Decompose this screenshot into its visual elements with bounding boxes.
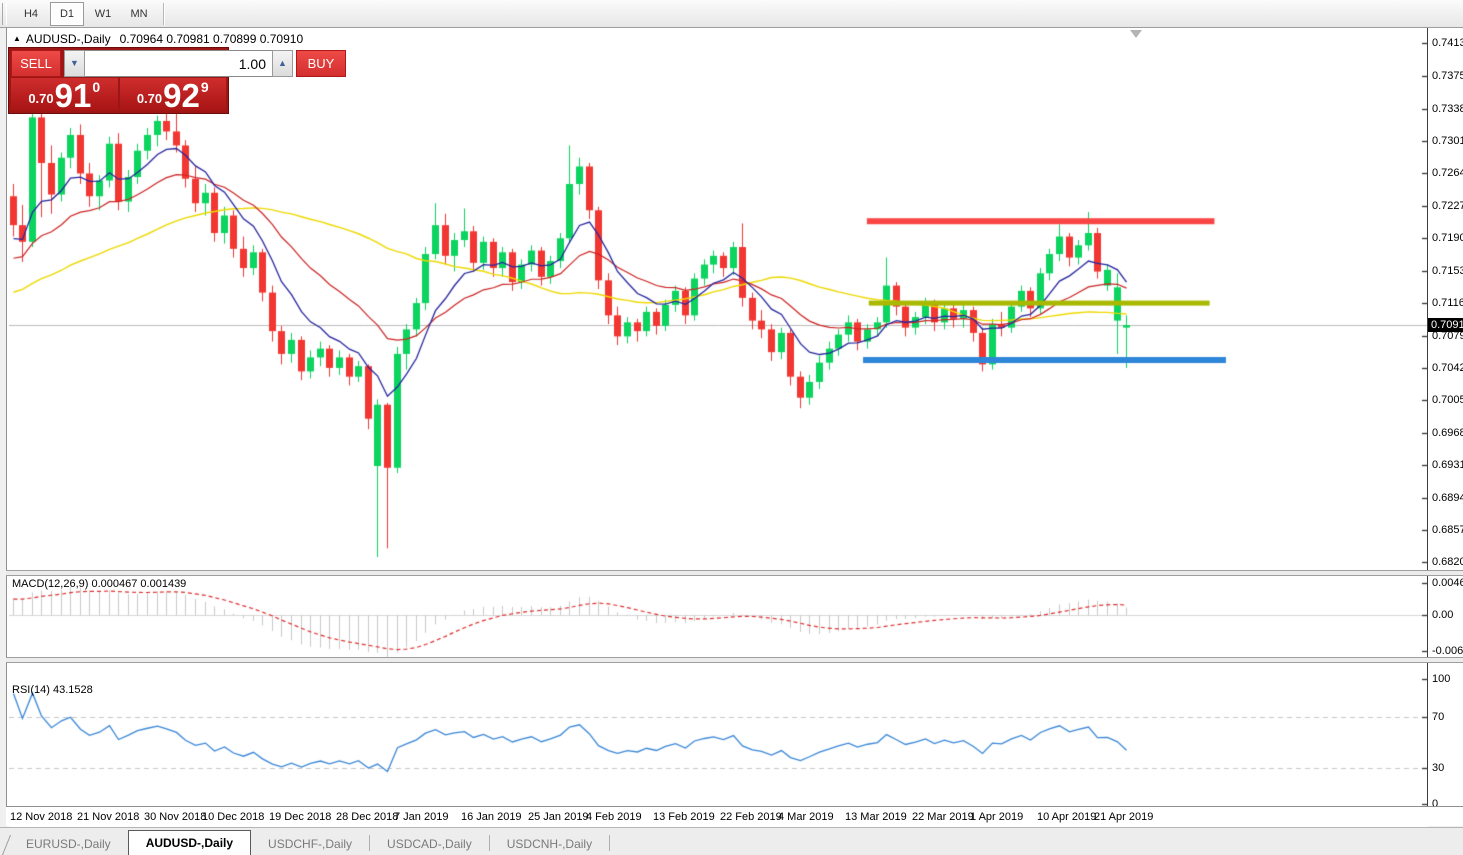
macd-label: MACD(12,26,9) 0.000467 0.001439 [12, 578, 186, 590]
date-axis: 12 Nov 2018 21 Nov 2018 30 Nov 2018 10 Dec … [6, 806, 1463, 826]
chart-symbol-period: AUDUSD-,Daily [25, 32, 111, 46]
price-axis-label: 0.68200 [1432, 556, 1463, 569]
rsi-title: RSI(14) [12, 684, 50, 696]
chart-canvas[interactable] [9, 29, 1428, 827]
date-axis-label: 22 Mar 2019 [912, 811, 974, 823]
buy-price-prefix: 0.70 [136, 91, 163, 106]
sell-button[interactable]: SELL [11, 50, 61, 77]
sell-price-pip: 0 [92, 79, 101, 95]
toolbar-separator [163, 2, 164, 25]
price-axis-label: 0.73010 [1432, 135, 1463, 148]
buy-price-big: 92 [163, 77, 200, 114]
price-axis-label: 0.68940 [1432, 491, 1463, 504]
toolbar-grip[interactable] [2, 2, 7, 25]
scroll-to-end-icon[interactable] [1130, 30, 1142, 38]
date-axis-label: 4 Feb 2019 [586, 811, 642, 823]
date-axis-label: 4 Mar 2019 [778, 811, 834, 823]
volume-increase-button[interactable]: ▲ [272, 50, 293, 77]
chart-title: ▲ AUDUSD-,Daily 0.70964 0.70981 0.70899 0.… [13, 32, 303, 46]
date-axis-label: 21 Apr 2019 [1094, 811, 1154, 823]
date-axis-label: 19 Dec 2018 [269, 811, 332, 823]
date-axis-label: 16 Jan 2019 [461, 811, 522, 823]
price-axis-label: 0.71900 [1432, 232, 1463, 245]
price-axis-label: 0.70050 [1432, 394, 1463, 407]
price-axis-label: 0.72270 [1432, 199, 1463, 212]
macd-pane-splitter[interactable] [6, 570, 1463, 576]
chart-direction-up-icon: ▲ [13, 34, 21, 43]
date-axis-label: 10 Apr 2019 [1037, 811, 1097, 823]
date-axis-label: 21 Nov 2018 [77, 811, 140, 823]
price-axis-label: 0.73750 [1432, 70, 1463, 83]
timeframe-toolbar: H4 D1 W1 MN [0, 0, 1463, 28]
rsi-value: 43.1528 [52, 684, 93, 696]
one-click-trading-panel: SELL ▼ ▲ BUY 0.70 91 0 0.70 92 9 [8, 47, 346, 114]
date-axis-label: 28 Dec 2018 [336, 811, 399, 823]
macd-values: 0.000467 0.001439 [91, 578, 187, 590]
tab-usdcnh-daily[interactable]: USDCNH-,Daily [490, 833, 609, 855]
tab-separator [609, 835, 611, 851]
price-axis-label: 0.71530 [1432, 264, 1463, 277]
macd-axis-label: -0.00639 [1432, 645, 1463, 657]
timeframe-button-mn[interactable]: MN [122, 2, 156, 26]
timeframe-button-h4[interactable]: H4 [14, 2, 48, 26]
sell-price-big: 91 [54, 77, 92, 114]
buy-price-box[interactable]: 0.70 92 9 [119, 77, 226, 114]
date-axis-label: 30 Nov 2018 [144, 811, 207, 823]
price-axis-label: 0.73380 [1432, 102, 1463, 115]
date-axis-label: 10 Dec 2018 [202, 811, 265, 823]
macd-axis-label: 0.00 [1432, 609, 1454, 621]
rsi-axis-label: 30 [1432, 761, 1445, 774]
macd-title: MACD(12,26,9) [12, 578, 89, 590]
price-axis-label: 0.72640 [1432, 167, 1463, 180]
date-axis-label: 13 Mar 2019 [845, 811, 907, 823]
volume-stepper: ▼ ▲ [61, 50, 296, 77]
date-axis-label: 22 Feb 2019 [720, 811, 782, 823]
price-axis-label: 0.69680 [1432, 426, 1463, 439]
price-axis-label: 0.74130 [1432, 36, 1463, 49]
rsi-axis-label: 100 [1432, 673, 1451, 685]
date-axis-label: 1 Apr 2019 [970, 811, 1024, 823]
date-axis-label: 13 Feb 2019 [653, 811, 715, 823]
volume-decrease-button[interactable]: ▼ [64, 50, 85, 77]
date-axis-label: 12 Nov 2018 [10, 811, 73, 823]
rsi-pane-splitter[interactable] [6, 657, 1463, 663]
chart-ohlc-quotes: 0.70964 0.70981 0.70899 0.70910 [119, 32, 304, 46]
volume-input[interactable] [85, 50, 272, 77]
rsi-axis-label: 70 [1432, 711, 1445, 724]
price-axis: 0.70910 0.74130 0.73750 0.73380 0.73010 0.72… [1427, 28, 1463, 810]
sell-price-prefix: 0.70 [28, 91, 54, 106]
timeframe-button-w1[interactable]: W1 [86, 2, 120, 26]
rsi-label: RSI(14) 43.1528 [12, 684, 93, 696]
macd-axis-label: 0.004694 [1432, 577, 1463, 590]
price-axis-label: 0.69310 [1432, 459, 1463, 472]
price-axis-label: 0.71160 [1432, 297, 1463, 310]
sell-price-box[interactable]: 0.70 91 0 [11, 77, 118, 114]
chart-window [6, 28, 1463, 827]
chart-tab-bar: EURUSD-,Daily AUDUSD-,Daily USDCHF-,Dail… [0, 827, 1463, 855]
tab-eurusd-daily[interactable]: EURUSD-,Daily [9, 833, 128, 855]
tab-usdcad-daily[interactable]: USDCAD-,Daily [370, 833, 489, 855]
price-axis-label: 0.70420 [1432, 361, 1463, 374]
tab-usdchf-daily[interactable]: USDCHF-,Daily [251, 833, 369, 855]
buy-button[interactable]: BUY [296, 50, 346, 77]
date-axis-label: 7 Jan 2019 [394, 811, 449, 823]
date-axis-label: 25 Jan 2019 [528, 811, 589, 823]
tab-audusd-daily[interactable]: AUDUSD-,Daily [127, 830, 252, 855]
timeframe-button-d1[interactable]: D1 [50, 1, 84, 26]
current-price-tag: 0.70910 [1428, 318, 1463, 332]
price-axis-label: 0.68570 [1432, 523, 1463, 536]
buy-price-pip: 9 [200, 79, 209, 95]
